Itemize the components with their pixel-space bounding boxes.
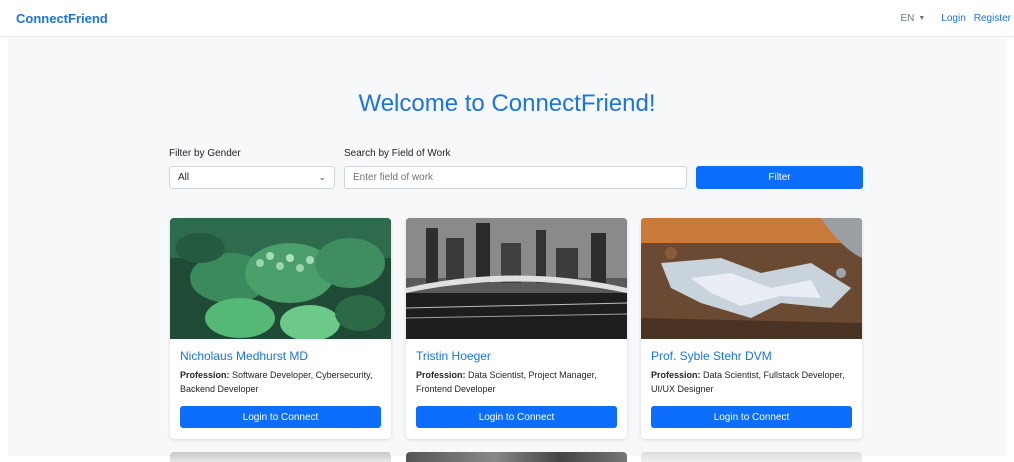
login-link[interactable]: Login xyxy=(941,13,965,24)
language-dropdown[interactable]: EN ▼ xyxy=(900,13,925,24)
profession-label: Profession: xyxy=(651,370,701,380)
register-link[interactable]: Register xyxy=(974,13,1011,24)
filter-button[interactable]: Filter xyxy=(696,166,863,189)
profile-image-ice-rock xyxy=(641,218,862,339)
work-search-label: Search by Field of Work xyxy=(344,148,451,159)
login-to-connect-button[interactable]: Login to Connect xyxy=(651,406,852,428)
card-name[interactable]: Tristin Hoeger xyxy=(416,349,491,363)
profile-card: Nicholaus Medhurst MD Profession: Softwa… xyxy=(170,218,391,439)
card-name[interactable]: Prof. Syble Stehr DVM xyxy=(651,349,772,363)
profession-label: Profession: xyxy=(416,370,466,380)
chevron-down-icon: ⌄ xyxy=(318,172,326,182)
card-name[interactable]: Nicholaus Medhurst MD xyxy=(180,349,308,363)
top-navbar: ConnectFriend EN ▼ Login Register xyxy=(0,0,1014,37)
login-to-connect-button[interactable]: Login to Connect xyxy=(416,406,617,428)
gender-select-value: All xyxy=(178,172,190,183)
profession-label: Profession: xyxy=(180,370,230,380)
nav-right: EN ▼ Login Register xyxy=(900,13,1011,24)
page-title: Welcome to ConnectFriend! xyxy=(358,90,656,117)
brand-logo[interactable]: ConnectFriend xyxy=(16,11,108,26)
profile-card: Tristin Hoeger Profession: Data Scientis… xyxy=(406,218,627,439)
card-profession: Profession: Data Scientist, Project Mana… xyxy=(416,368,621,396)
caret-down-icon: ▼ xyxy=(918,15,926,22)
gender-select[interactable]: All ⌄ xyxy=(169,166,335,189)
profile-card-partial xyxy=(406,452,627,462)
profile-image-city-bridge xyxy=(406,218,627,339)
main-content: Welcome to ConnectFriend! Filter by Gend… xyxy=(8,38,1006,462)
profile-card-partial xyxy=(641,452,862,462)
card-profession: Profession: Data Scientist, Fullstack De… xyxy=(651,368,856,396)
profile-image-plant xyxy=(170,218,391,339)
card-profession: Profession: Software Developer, Cybersec… xyxy=(180,368,385,396)
work-search-input[interactable] xyxy=(344,166,687,189)
profile-card: Prof. Syble Stehr DVM Profession: Data S… xyxy=(641,218,862,439)
gender-filter-label: Filter by Gender xyxy=(169,148,241,159)
language-label: EN xyxy=(900,13,915,24)
profile-card-partial xyxy=(170,452,391,462)
login-to-connect-button[interactable]: Login to Connect xyxy=(180,406,381,428)
